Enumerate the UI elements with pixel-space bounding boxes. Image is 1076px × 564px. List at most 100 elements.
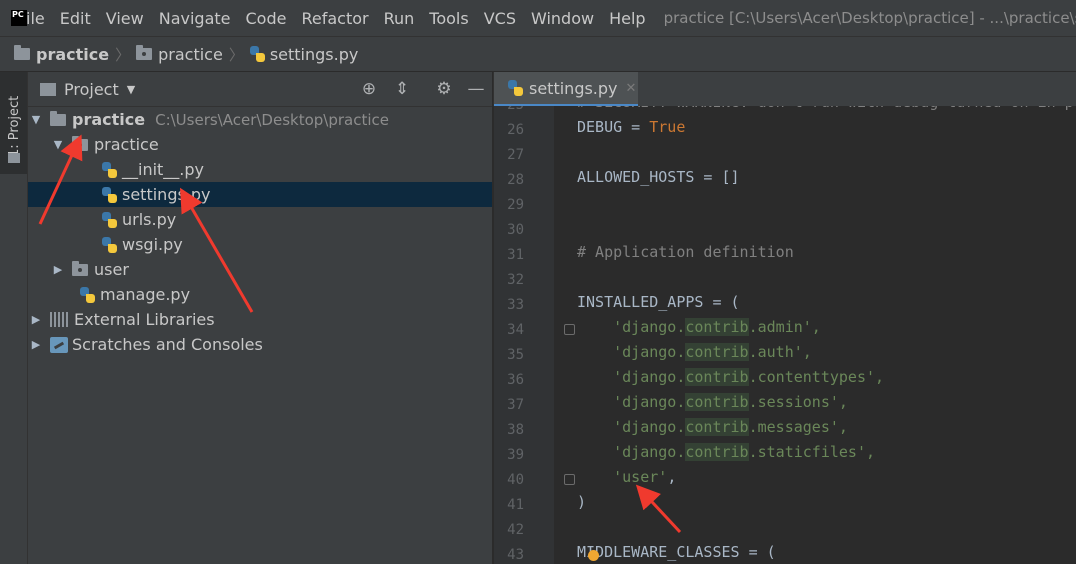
gear-icon[interactable]: ⚙	[434, 79, 454, 99]
tree-item-practice-package[interactable]: ▼ practice	[28, 132, 492, 157]
tree-item-label: settings.py	[122, 185, 211, 204]
expand-arrow-icon[interactable]: ▼	[30, 113, 42, 126]
logo-text: PC	[11, 10, 27, 26]
menu-edit[interactable]: Edit	[60, 9, 91, 28]
intention-bulb-icon[interactable]	[588, 550, 599, 561]
code-token-string: .sessions',	[748, 393, 848, 411]
breadcrumb-separator-icon: 〉	[115, 45, 131, 64]
code-line-43: MIDDLEWARE_CLASSES = (	[577, 543, 776, 561]
breadcrumb: practice 〉 practice 〉 settings.py	[0, 36, 1076, 72]
code-token-highlight: contrib	[685, 393, 749, 411]
menu-help[interactable]: Help	[609, 9, 645, 28]
breadcrumb-project[interactable]: practice	[36, 45, 109, 64]
close-icon[interactable]: ✕	[626, 81, 637, 96]
code-token-string: .admin',	[748, 318, 821, 336]
tree-item-practice-root[interactable]: ▼ practice C:\Users\Acer\Desktop\practic…	[28, 107, 492, 132]
tree-item-urls[interactable]: urls.py	[28, 207, 492, 232]
tree-item-scratches[interactable]: ▶ Scratches and Consoles	[28, 332, 492, 357]
tree-item-user[interactable]: ▶ user	[28, 257, 492, 282]
project-view-selector[interactable]: Project	[64, 80, 119, 99]
package-folder-icon	[136, 45, 153, 60]
project-panel-header: Project ▼ ⊕ ⇕ ⚙ —	[28, 72, 492, 107]
menu-code[interactable]: Code	[246, 9, 287, 28]
expand-arrow-icon[interactable]: ▶	[52, 263, 64, 276]
code-line-34: 'django.contrib.admin',	[577, 318, 821, 343]
python-file-icon	[102, 211, 117, 228]
tree-item-label: practice	[94, 135, 159, 154]
line-number: 33	[507, 297, 524, 313]
python-file-icon	[102, 236, 117, 253]
line-number: 27	[507, 147, 524, 163]
code-token-string: 'django.	[613, 343, 686, 361]
tree-item-init[interactable]: __init__.py	[28, 157, 492, 182]
locate-target-icon[interactable]: ⊕	[359, 79, 379, 99]
code-line-39: 'django.contrib.staticfiles',	[577, 443, 875, 468]
python-file-icon	[80, 286, 95, 303]
menu-window[interactable]: Window	[531, 9, 594, 28]
line-number: 29	[507, 197, 524, 213]
tab-label: settings.py	[529, 78, 618, 98]
project-view-icon	[40, 82, 56, 96]
code-token-highlight: contrib	[685, 443, 749, 461]
expand-arrow-icon[interactable]: ▼	[52, 138, 64, 151]
python-file-icon	[102, 186, 117, 203]
menu-tools[interactable]: Tools	[429, 9, 468, 28]
line-number: 34	[507, 322, 524, 338]
menu-run[interactable]: Run	[384, 9, 415, 28]
folder-icon	[8, 153, 20, 163]
line-number: 43	[507, 547, 524, 563]
line-number: 25	[507, 106, 524, 118]
code-token-string: .contenttypes',	[748, 368, 885, 386]
scratches-icon	[50, 336, 68, 353]
expand-arrow-icon[interactable]: ▶	[30, 338, 42, 351]
menu-view[interactable]: View	[106, 9, 144, 28]
project-tool-label: 1: Project	[7, 95, 22, 157]
menu-vcs[interactable]: VCS	[484, 9, 516, 28]
menu-navigate[interactable]: Navigate	[159, 9, 231, 28]
code-token-string: 'django.	[613, 318, 686, 336]
tree-item-manage[interactable]: manage.py	[28, 282, 492, 307]
project-panel: Project ▼ ⊕ ⇕ ⚙ — ▼ practice C:\Users\Ac…	[28, 72, 492, 564]
code-line-37: 'django.contrib.sessions',	[577, 393, 848, 418]
collapse-all-icon[interactable]: ⇕	[392, 79, 412, 99]
tool-window-strip: 1: Project	[0, 72, 28, 564]
code-token-highlight: contrib	[685, 318, 749, 336]
python-file-icon	[102, 161, 117, 178]
expand-arrow-icon[interactable]: ▶	[30, 313, 42, 326]
code-token-string: 'django.	[613, 443, 686, 461]
code-token-string: .auth',	[748, 343, 812, 361]
code-editor[interactable]: # SECURITY WARNING: don't run with debug…	[554, 106, 1076, 564]
fold-marker-icon[interactable]	[564, 324, 575, 335]
window-title: practice [C:\Users\Acer\Desktop\practice…	[663, 9, 1076, 27]
tree-item-wsgi[interactable]: wsgi.py	[28, 232, 492, 257]
line-number: 36	[507, 372, 524, 388]
line-number: 39	[507, 447, 524, 463]
tree-item-label: manage.py	[100, 285, 191, 304]
code-token-string: 'django.	[613, 393, 686, 411]
fold-marker-icon[interactable]	[564, 474, 575, 485]
chevron-down-icon[interactable]: ▼	[127, 83, 135, 96]
tree-item-label: __init__.py	[122, 160, 205, 179]
tree-item-label: wsgi.py	[122, 235, 183, 254]
line-number: 38	[507, 422, 524, 438]
tree-item-settings[interactable]: settings.py	[28, 182, 492, 207]
menu-refactor[interactable]: Refactor	[301, 9, 368, 28]
code-line-26: DEBUG = True	[577, 118, 685, 143]
project-folder-icon	[14, 45, 30, 60]
project-tool-tab[interactable]: 1: Project	[0, 72, 27, 174]
python-file-icon	[508, 80, 523, 96]
code-line-38: 'django.contrib.messages',	[577, 418, 848, 443]
code-token-string: 'django.	[613, 418, 686, 436]
breadcrumb-package[interactable]: practice	[158, 45, 223, 64]
code-token: ,	[667, 468, 677, 486]
breadcrumb-file[interactable]: settings.py	[270, 45, 359, 64]
code-line-33: INSTALLED_APPS = (	[577, 293, 740, 311]
code-line-36: 'django.contrib.contenttypes',	[577, 368, 884, 393]
hide-panel-icon[interactable]: —	[466, 79, 486, 99]
tab-settings-py[interactable]: settings.py ✕	[494, 72, 638, 107]
line-number: 40	[507, 472, 524, 488]
tree-item-external-libraries[interactable]: ▶ External Libraries	[28, 307, 492, 332]
breadcrumb-separator-icon: 〉	[228, 45, 244, 64]
package-folder-icon	[72, 135, 88, 151]
menu-bar: PC File Edit View Navigate Code Refactor…	[0, 0, 1076, 36]
